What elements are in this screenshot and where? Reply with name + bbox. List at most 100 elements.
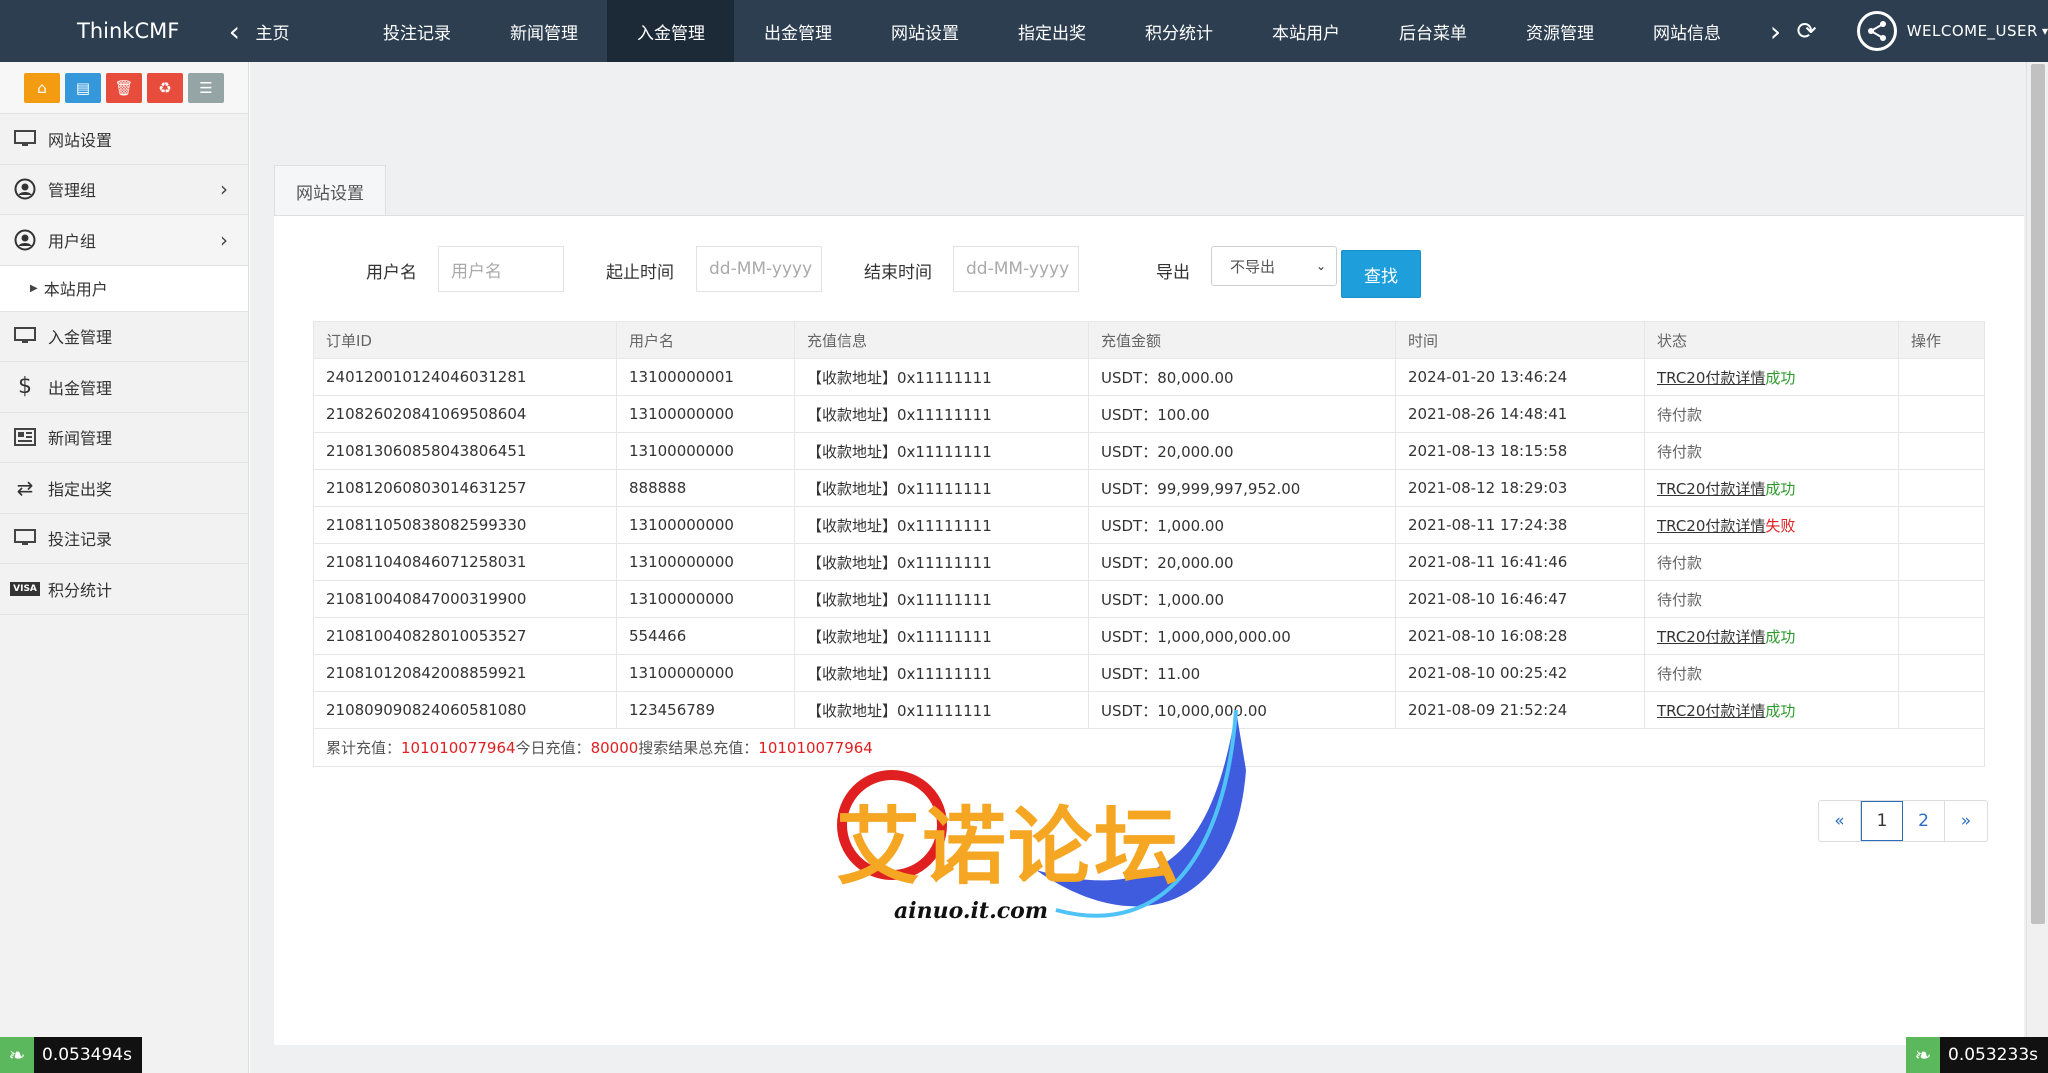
status-text: 待付款 xyxy=(1657,553,1703,572)
recharge-amount: USDT：20,000.00 xyxy=(1089,544,1396,580)
nav-home-link[interactable]: 主页 xyxy=(249,0,353,62)
page-link[interactable]: 1 xyxy=(1861,801,1903,841)
sidebar-item[interactable]: 新闻管理 xyxy=(0,413,248,463)
recharge-time: 2021-08-11 17:24:38 xyxy=(1396,507,1645,543)
brand-logo[interactable]: ThinkCMF xyxy=(0,0,219,62)
home-icon[interactable]: ⌂ xyxy=(24,72,60,103)
page-link[interactable]: « xyxy=(1819,801,1861,841)
filter-bar: 用户名 用户名 起止时间 dd-MM-yyyy 结束时间 dd-MM-yyyy … xyxy=(274,246,2024,298)
page-link[interactable]: 2 xyxy=(1903,801,1945,841)
action-cell xyxy=(1899,544,1984,580)
username: 888888 xyxy=(617,470,795,506)
username: 13100000000 xyxy=(617,581,795,617)
refresh-icon[interactable]: ⟳ xyxy=(1792,0,1820,62)
sidebar-item[interactable]: 管理组 › xyxy=(0,165,248,215)
start-date-label: 起止时间 xyxy=(606,263,674,283)
column-header: 订单ID xyxy=(314,322,617,358)
trash-icon[interactable]: 🗑 xyxy=(106,72,142,103)
order-id: 210809090824060581080 xyxy=(314,692,617,728)
list-icon[interactable]: ☰ xyxy=(188,72,224,103)
start-date-input[interactable]: dd-MM-yyyy xyxy=(696,246,822,292)
user-name: WELCOME_USER xyxy=(1906,22,2038,40)
nav-next-icon[interactable]: › xyxy=(1758,0,1792,62)
share-icon xyxy=(1856,11,1897,51)
sidebar-item[interactable]: 入金管理 xyxy=(0,312,248,362)
file-icon[interactable]: ▤ xyxy=(65,72,101,103)
nav-tab[interactable]: 网站设置 xyxy=(861,0,988,62)
nav-tab[interactable]: 网站信息 xyxy=(1623,0,1750,62)
action-cell xyxy=(1899,618,1984,654)
chevron-down-icon: ⌄ xyxy=(1315,259,1326,273)
payment-detail-link[interactable]: TRC20付款详情 xyxy=(1657,515,1765,536)
payment-detail-link[interactable]: TRC20付款详情 xyxy=(1657,367,1765,388)
sidebar-item[interactable]: 网站设置 xyxy=(0,114,248,165)
username: 13100000000 xyxy=(617,396,795,432)
status-cell: 待付款 xyxy=(1645,655,1899,691)
nav-tab[interactable]: 后台菜单 xyxy=(1369,0,1496,62)
recharge-amount: USDT：11.00 xyxy=(1089,655,1396,691)
nav-tabs: 投注记录 新闻管理 入金管理 出金管理 网站设置 指定出奖 积分统计 本站用户 后台菜单 资源管理… xyxy=(353,0,1750,62)
end-date-input[interactable]: dd-MM-yyyy xyxy=(953,246,1079,292)
export-select[interactable]: 不导出 ⌄ xyxy=(1211,246,1337,286)
watermark-url: ainuo.it.com xyxy=(894,898,1049,924)
order-id: 240120010124046031281 xyxy=(314,359,617,395)
user-menu[interactable]: WELCOME_USER ▾ xyxy=(1856,0,2048,62)
tab-site-settings[interactable]: 网站设置 xyxy=(274,165,386,217)
page-link[interactable]: » xyxy=(1945,801,1987,841)
exchange-icon: ⇄ xyxy=(16,475,34,500)
status-text: 成功 xyxy=(1765,627,1796,646)
search-button[interactable]: 查找 xyxy=(1341,250,1421,298)
status-cell: 待付款 xyxy=(1645,396,1899,432)
nav-tab[interactable]: 积分统计 xyxy=(1115,0,1242,62)
scrollbar[interactable] xyxy=(2026,62,2048,1073)
status-cell: TRC20付款详情 成功 xyxy=(1645,470,1899,506)
column-header: 用户名 xyxy=(617,322,795,358)
action-cell xyxy=(1899,470,1984,506)
order-id: 210810120842008859921 xyxy=(314,655,617,691)
recharge-time: 2024-01-20 13:46:24 xyxy=(1396,359,1645,395)
sidebar-item[interactable]: VISA 积分统计 xyxy=(0,564,248,615)
nav-tab[interactable]: 本站用户 xyxy=(1242,0,1369,62)
status-cell: TRC20付款详情 成功 xyxy=(1645,359,1899,395)
sidebar-item[interactable]: ⇄ 指定出奖 xyxy=(0,463,248,514)
table-row: 210810040828010053527 554466 【收款地址】0x11111… xyxy=(314,618,1984,655)
recharge-info: 【收款地址】0x11111111 xyxy=(795,470,1089,506)
nav-tab[interactable]: 指定出奖 xyxy=(988,0,1115,62)
sidebar-item[interactable]: 投注记录 xyxy=(0,514,248,564)
nav-tab[interactable]: 出金管理 xyxy=(734,0,861,62)
scrollbar-thumb[interactable] xyxy=(2031,64,2045,924)
payment-detail-link[interactable]: TRC20付款详情 xyxy=(1657,478,1765,499)
nav-tab[interactable]: 资源管理 xyxy=(1496,0,1623,62)
recharge-info: 【收款地址】0x11111111 xyxy=(795,618,1089,654)
today-value: 80000 xyxy=(590,738,639,757)
nav-tab[interactable]: 新闻管理 xyxy=(480,0,607,62)
recharge-amount: USDT：100.00 xyxy=(1089,396,1396,432)
payment-detail-link[interactable]: TRC20付款详情 xyxy=(1657,700,1765,721)
table-row: 210812060803014631257 888888 【收款地址】0x11111… xyxy=(314,470,1984,507)
sidebar-item[interactable]: 用户组 › xyxy=(0,215,248,266)
recharge-amount: USDT：20,000.00 xyxy=(1089,433,1396,469)
order-id: 210811050838082599330 xyxy=(314,507,617,543)
username: 13100000000 xyxy=(617,433,795,469)
visa-icon: VISA xyxy=(10,578,40,600)
recharge-info: 【收款地址】0x11111111 xyxy=(795,544,1089,580)
nav-tab[interactable]: 入金管理 xyxy=(607,0,735,62)
chevron-right-icon: › xyxy=(220,177,228,202)
sidebar-item-label: 出金管理 xyxy=(48,378,113,398)
sidebar-item-label: 入金管理 xyxy=(48,328,113,348)
action-cell xyxy=(1899,581,1984,617)
status-text: 成功 xyxy=(1765,368,1796,387)
sidebar-item[interactable]: $ 出金管理 xyxy=(0,362,248,413)
recharge-time: 2021-08-13 18:15:58 xyxy=(1396,433,1645,469)
username-input[interactable]: 用户名 xyxy=(438,246,564,292)
pagination: «1 2» xyxy=(1818,800,1988,842)
dollar-icon: $ xyxy=(18,374,32,400)
username: 13100000001 xyxy=(617,359,795,395)
action-cell xyxy=(1899,396,1984,432)
table-row: 210810040847000319900 13100000000 【收款地址】0x… xyxy=(314,581,1984,618)
recycle-icon[interactable]: ♻ xyxy=(147,72,183,103)
nav-prev-icon[interactable]: ‹ xyxy=(219,0,249,62)
payment-detail-link[interactable]: TRC20付款详情 xyxy=(1657,626,1765,647)
sidebar-subitem[interactable]: ▶ 本站用户 xyxy=(0,265,248,312)
nav-tab[interactable]: 投注记录 xyxy=(353,0,480,62)
